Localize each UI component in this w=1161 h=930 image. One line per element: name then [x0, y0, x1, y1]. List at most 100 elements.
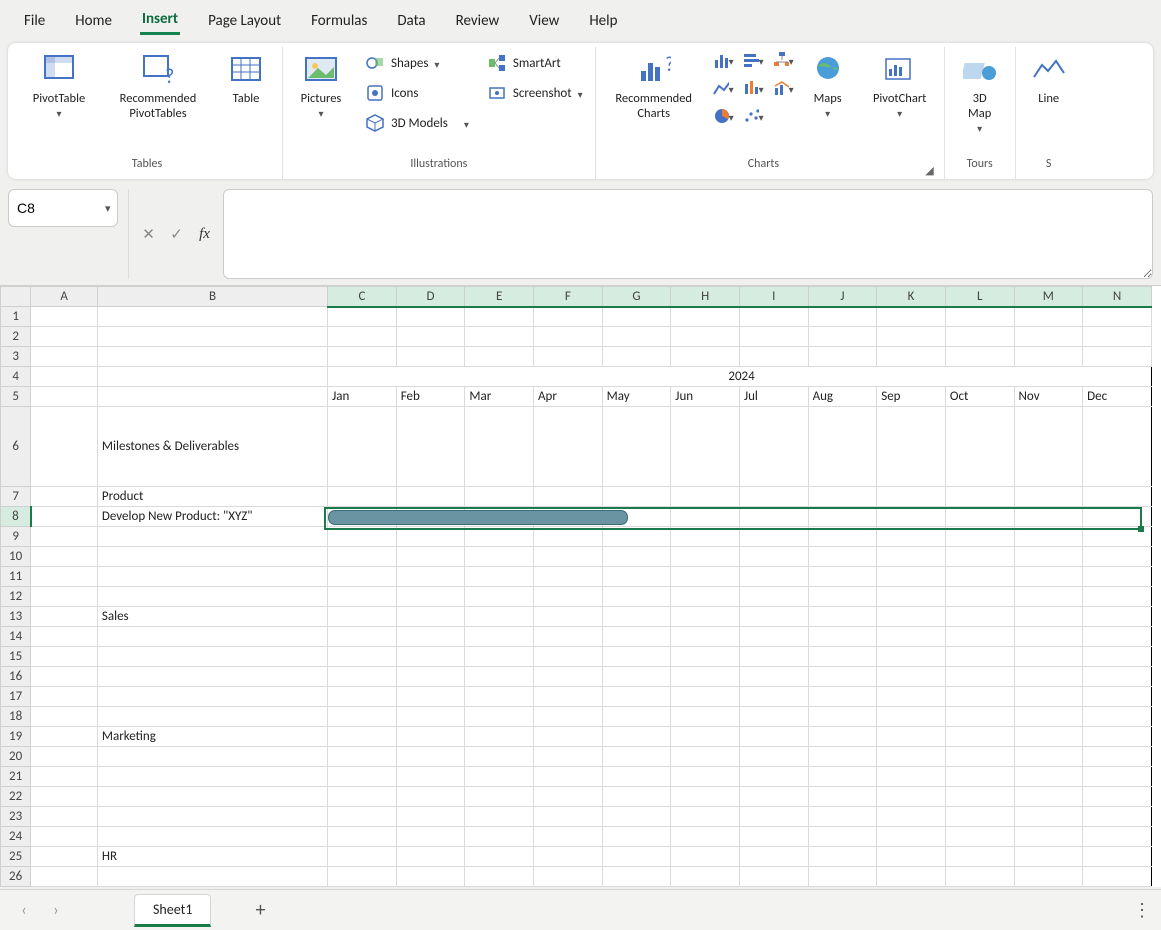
cell-C10[interactable] — [328, 547, 397, 567]
select-all-cell[interactable] — [1, 287, 31, 307]
cell-I17[interactable] — [739, 687, 808, 707]
cell-K12[interactable] — [877, 587, 946, 607]
cell-K14[interactable] — [877, 627, 946, 647]
cell-L15[interactable] — [945, 647, 1014, 667]
cell-F5[interactable]: Apr — [534, 387, 603, 407]
cell-A1[interactable] — [31, 307, 98, 327]
cell-G10[interactable] — [602, 547, 671, 567]
row-header-22[interactable]: 22 — [1, 787, 31, 807]
cell-F6[interactable] — [534, 407, 603, 487]
cell-F26[interactable] — [534, 867, 603, 887]
cell-C22[interactable] — [328, 787, 397, 807]
cell-L26[interactable] — [945, 867, 1014, 887]
cell-B25[interactable]: HR — [97, 847, 327, 867]
cell-F10[interactable] — [534, 547, 603, 567]
cell-I25[interactable] — [739, 847, 808, 867]
cell-H19[interactable] — [671, 727, 740, 747]
cell-M23[interactable] — [1014, 807, 1083, 827]
cell-I9[interactable] — [739, 527, 808, 547]
cell-K6[interactable] — [877, 407, 946, 487]
cell-F3[interactable] — [534, 347, 603, 367]
cell-D24[interactable] — [396, 827, 465, 847]
cell-A11[interactable] — [31, 567, 98, 587]
cell-C25[interactable] — [328, 847, 397, 867]
cell-J6[interactable] — [808, 407, 877, 487]
row-header-26[interactable]: 26 — [1, 867, 31, 887]
cell-A20[interactable] — [31, 747, 98, 767]
cell-H24[interactable] — [671, 827, 740, 847]
cell-E22[interactable] — [465, 787, 534, 807]
col-header-G[interactable]: G — [602, 287, 671, 307]
tab-formulas[interactable]: Formulas — [309, 10, 369, 34]
cell-M18[interactable] — [1014, 707, 1083, 727]
cell-I15[interactable] — [739, 647, 808, 667]
cell-D15[interactable] — [396, 647, 465, 667]
cell-J16[interactable] — [808, 667, 877, 687]
cell-F16[interactable] — [534, 667, 603, 687]
dialog-launcher-icon[interactable]: ◢ — [925, 164, 933, 177]
hierarchy-chart-button[interactable]: ▾ — [772, 49, 794, 71]
cell-I11[interactable] — [739, 567, 808, 587]
cell-M16[interactable] — [1014, 667, 1083, 687]
cell-M6[interactable] — [1014, 407, 1083, 487]
cell-M3[interactable] — [1014, 347, 1083, 367]
cell-J1[interactable] — [808, 307, 877, 327]
cell-F1[interactable] — [534, 307, 603, 327]
cell-D2[interactable] — [396, 327, 465, 347]
tab-view[interactable]: View — [527, 10, 561, 34]
cell-M22[interactable] — [1014, 787, 1083, 807]
row-header-6[interactable]: 6 — [1, 407, 31, 487]
cell-H20[interactable] — [671, 747, 740, 767]
row-header-18[interactable]: 18 — [1, 707, 31, 727]
cell-N23[interactable] — [1083, 807, 1152, 827]
row-header-14[interactable]: 14 — [1, 627, 31, 647]
cell-H21[interactable] — [671, 767, 740, 787]
cell-E5[interactable]: Mar — [465, 387, 534, 407]
cell-K11[interactable] — [877, 567, 946, 587]
cell-D14[interactable] — [396, 627, 465, 647]
cell-M17[interactable] — [1014, 687, 1083, 707]
cell-B24[interactable] — [97, 827, 327, 847]
cell-I5[interactable]: Jul — [739, 387, 808, 407]
cell-I1[interactable] — [739, 307, 808, 327]
cell-C13[interactable] — [328, 607, 397, 627]
cell-A7[interactable] — [31, 487, 98, 507]
cell-H3[interactable] — [671, 347, 740, 367]
cell-I23[interactable] — [739, 807, 808, 827]
cell-A10[interactable] — [31, 547, 98, 567]
cell-A24[interactable] — [31, 827, 98, 847]
cell-F15[interactable] — [534, 647, 603, 667]
cell-H1[interactable] — [671, 307, 740, 327]
cell-B19[interactable]: Marketing — [97, 727, 327, 747]
cell-G18[interactable] — [602, 707, 671, 727]
cell-M9[interactable] — [1014, 527, 1083, 547]
cell-M14[interactable] — [1014, 627, 1083, 647]
cell-M8[interactable] — [1014, 507, 1083, 527]
cell-H26[interactable] — [671, 867, 740, 887]
cell-F19[interactable] — [534, 727, 603, 747]
cell-H8[interactable] — [671, 507, 740, 527]
cell-K20[interactable] — [877, 747, 946, 767]
cell-F23[interactable] — [534, 807, 603, 827]
cell-J19[interactable] — [808, 727, 877, 747]
cell-F21[interactable] — [534, 767, 603, 787]
tab-help[interactable]: Help — [587, 10, 619, 34]
cell-G16[interactable] — [602, 667, 671, 687]
cell-L21[interactable] — [945, 767, 1014, 787]
cell-K16[interactable] — [877, 667, 946, 687]
cell-K17[interactable] — [877, 687, 946, 707]
cell-D16[interactable] — [396, 667, 465, 687]
row-header-19[interactable]: 19 — [1, 727, 31, 747]
cell-E23[interactable] — [465, 807, 534, 827]
cell-H9[interactable] — [671, 527, 740, 547]
cell-C9[interactable] — [328, 527, 397, 547]
row-header-17[interactable]: 17 — [1, 687, 31, 707]
cell-J9[interactable] — [808, 527, 877, 547]
cell-I12[interactable] — [739, 587, 808, 607]
cell-B11[interactable] — [97, 567, 327, 587]
cell-F7[interactable] — [534, 487, 603, 507]
3d-models-button[interactable]: 3D Models ▾ — [361, 111, 473, 135]
cell-C5[interactable]: Jan — [328, 387, 397, 407]
cell-B14[interactable] — [97, 627, 327, 647]
cell-N14[interactable] — [1083, 627, 1152, 647]
